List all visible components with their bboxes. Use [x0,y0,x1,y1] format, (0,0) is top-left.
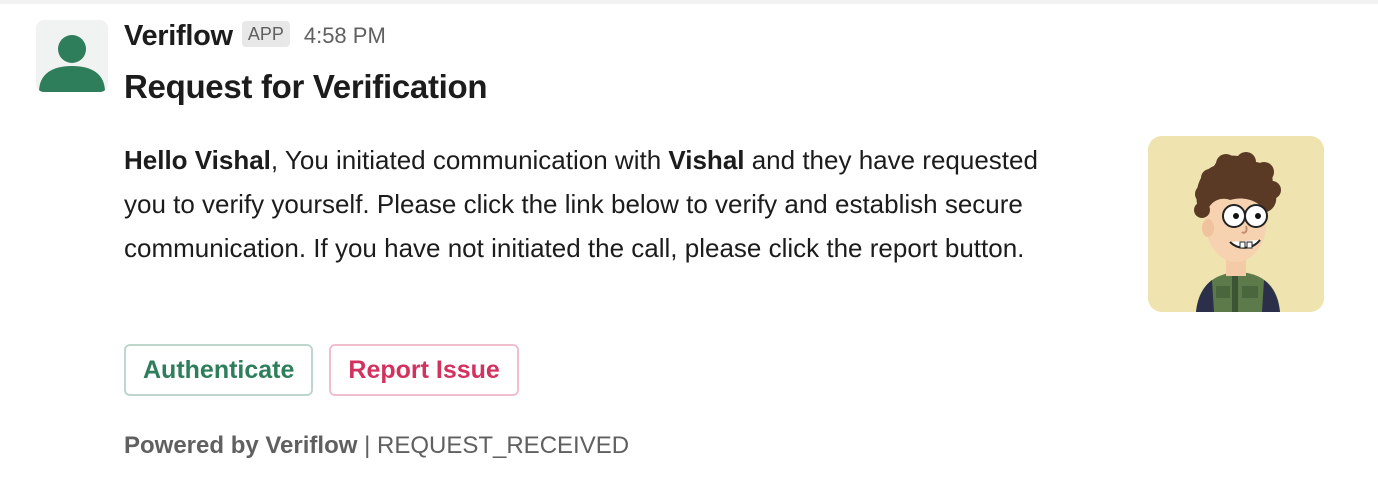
cartoon-portrait-image[interactable] [1148,136,1324,312]
powered-by-label: Powered by Veriflow [124,432,358,459]
sender-name[interactable]: Veriflow [124,20,233,53]
requester-name: Vishal [668,145,745,175]
message-footer: Powered by Veriflow | REQUEST_RECEIVED [124,432,629,460]
app-badge: APP [241,21,290,47]
body-text-part1: , You initiated communication with [270,145,669,175]
user-avatar-icon[interactable] [36,20,108,92]
message-header: Veriflow APP 4:58 PM [124,16,386,56]
message-body: Hello Vishal, You initiated communicatio… [124,138,1084,270]
bot-message: Veriflow APP 4:58 PM Request for Verific… [0,0,1378,486]
authenticate-button[interactable]: Authenticate [124,344,314,396]
status-label: REQUEST_RECEIVED [376,432,630,459]
greeting-name: Hello Vishal [124,145,271,175]
message-title: Request for Verification [124,68,488,105]
footer-separator: | [357,432,377,459]
report-issue-button[interactable]: Report Issue [329,344,519,396]
message-timestamp[interactable]: 4:58 PM [304,23,386,49]
action-buttons: Authenticate Report Issue [124,344,519,396]
